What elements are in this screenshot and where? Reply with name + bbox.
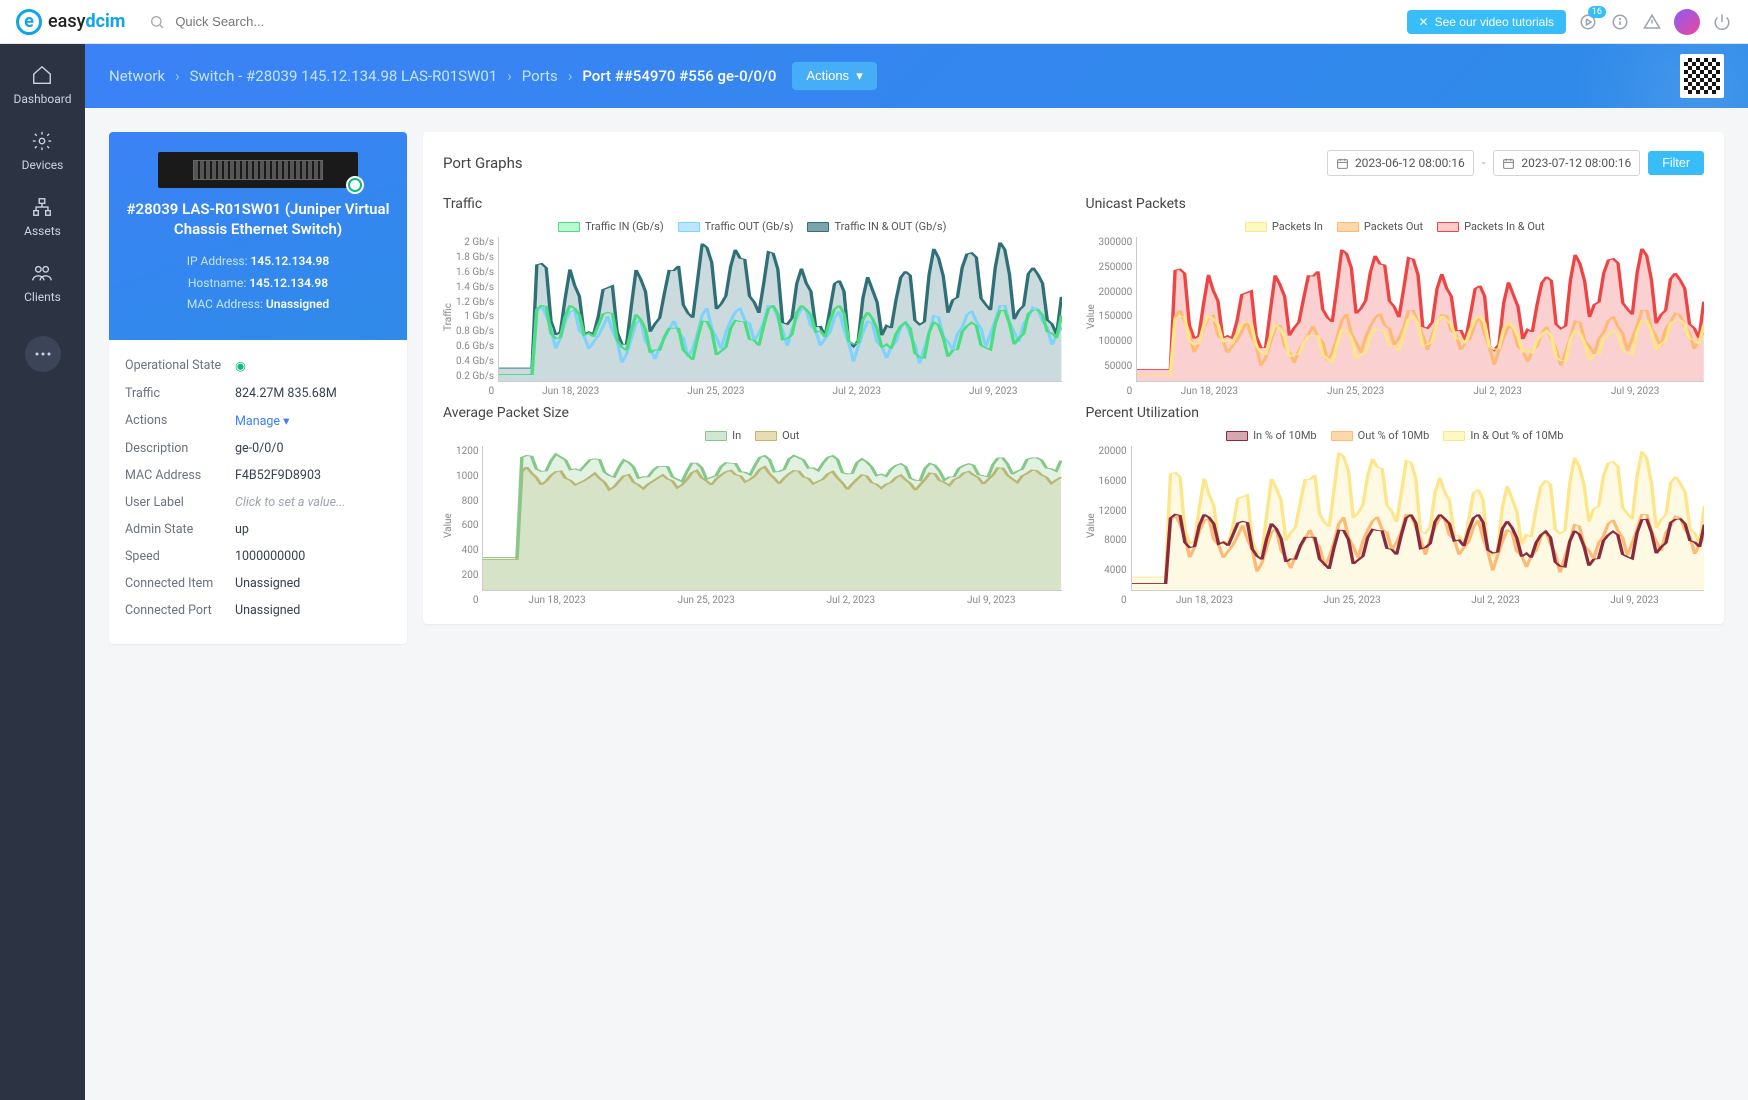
filter-button[interactable]: Filter xyxy=(1648,151,1704,175)
breadcrumb-network[interactable]: Network xyxy=(109,67,165,85)
label: Actions xyxy=(125,413,235,429)
alerts-icon[interactable] xyxy=(1642,12,1662,32)
gear-icon xyxy=(31,130,53,152)
chart-legend: Packets In Packets Out Packets In & Out xyxy=(1086,220,1705,233)
search-icon xyxy=(149,14,165,30)
chart-utilization: Percent Utilization In % of 10Mb Out % o… xyxy=(1086,405,1705,606)
breadcrumb: Network › Switch - #28039 145.12.134.98 … xyxy=(109,67,776,85)
chevron-right-icon: › xyxy=(568,67,573,85)
chart-legend: In Out xyxy=(443,429,1062,442)
chart-title: Unicast Packets xyxy=(1086,196,1705,212)
logo[interactable]: e easydcim xyxy=(16,9,125,35)
breadcrumb-current: Port ##54970 #556 ge-0/0/0 xyxy=(582,67,776,85)
power-icon[interactable] xyxy=(1712,12,1732,32)
chart-traffic: Traffic Traffic IN (Gb/s) Traffic OUT (G… xyxy=(443,196,1062,397)
date-to-input[interactable]: 2023-07-12 08:00:16 xyxy=(1493,150,1640,176)
chart-title: Percent Utilization xyxy=(1086,405,1705,421)
label: MAC Address xyxy=(125,468,235,483)
chart-packet-size: Average Packet Size In Out Value 1200100… xyxy=(443,405,1062,606)
breadcrumb-ports[interactable]: Ports xyxy=(522,67,558,85)
sidebar-item-assets[interactable]: Assets xyxy=(24,196,61,238)
label: Connected Item xyxy=(125,576,235,591)
breadcrumb-bar: Network › Switch - #28039 145.12.134.98 … xyxy=(85,44,1748,108)
user-label-input[interactable]: Click to set a value... xyxy=(235,495,391,510)
value: Unassigned xyxy=(235,576,391,591)
chart-legend: Traffic IN (Gb/s) Traffic OUT (Gb/s) Tra… xyxy=(443,220,1062,233)
calendar-icon xyxy=(1336,157,1349,170)
sidebar-item-label: Clients xyxy=(24,290,61,304)
chart-unicast: Unicast Packets Packets In Packets Out P… xyxy=(1086,196,1705,397)
chart-legend: In % of 10Mb Out % of 10Mb In & Out % of… xyxy=(1086,429,1705,442)
label: Admin State xyxy=(125,522,235,537)
manage-link[interactable]: Manage ▾ xyxy=(235,413,391,429)
value: F4B52F9D8903 xyxy=(235,468,391,483)
status-badge-icon xyxy=(346,176,364,194)
qr-code[interactable] xyxy=(1680,54,1724,98)
switch-graphic xyxy=(158,152,358,188)
graphs-panel: Port Graphs 2023-06-12 08:00:16 - 2023-0… xyxy=(423,132,1724,624)
home-icon xyxy=(31,64,53,86)
value: 1000000000 xyxy=(235,549,391,564)
close-icon: ✕ xyxy=(1419,15,1429,29)
calendar-icon xyxy=(1502,157,1515,170)
label: Connected Port xyxy=(125,603,235,618)
date-separator: - xyxy=(1482,156,1486,171)
sidebar-item-dashboard[interactable]: Dashboard xyxy=(13,64,71,106)
breadcrumb-switch[interactable]: Switch - #28039 145.12.134.98 LAS-R01SW0… xyxy=(190,67,498,85)
operational-state-icon: ◉ xyxy=(235,358,391,374)
device-card: #28039 LAS-R01SW01 (Juniper Virtual Chas… xyxy=(109,132,407,644)
sidebar-item-label: Devices xyxy=(22,158,64,172)
chart-title: Traffic xyxy=(443,196,1062,212)
info-icon[interactable] xyxy=(1610,12,1630,32)
chevron-right-icon: › xyxy=(175,67,180,85)
logo-text: easydcim xyxy=(48,11,125,32)
value: up xyxy=(235,522,391,537)
hierarchy-icon xyxy=(31,196,53,218)
sidebar-item-label: Dashboard xyxy=(13,92,71,106)
label: Traffic xyxy=(125,386,235,401)
sidebar-item-clients[interactable]: Clients xyxy=(24,262,61,304)
search-bar[interactable] xyxy=(149,14,1406,30)
label: Speed xyxy=(125,549,235,564)
value: ge-0/0/0 xyxy=(235,441,391,456)
sidebar: Dashboard Devices Assets Clients xyxy=(0,44,85,1100)
sidebar-item-devices[interactable]: Devices xyxy=(22,130,64,172)
value: 824.27M 835.68M xyxy=(235,386,391,401)
search-input[interactable] xyxy=(175,14,375,29)
changelog-icon[interactable]: 16 xyxy=(1578,12,1598,32)
label: Description xyxy=(125,441,235,456)
topbar: e easydcim ✕ See our video tutorials 16 xyxy=(0,0,1748,44)
panel-title: Port Graphs xyxy=(443,154,523,172)
date-from-input[interactable]: 2023-06-12 08:00:16 xyxy=(1327,150,1474,176)
dots-icon xyxy=(35,352,51,356)
chevron-right-icon: › xyxy=(507,67,512,85)
logo-icon: e xyxy=(16,9,42,35)
avatar[interactable] xyxy=(1674,9,1700,35)
device-title: #28039 LAS-R01SW01 (Juniper Virtual Chas… xyxy=(125,200,391,239)
label: User Label xyxy=(125,495,235,510)
sidebar-item-label: Assets xyxy=(24,224,61,238)
video-tutorials-button[interactable]: ✕ See our video tutorials xyxy=(1407,10,1566,34)
label: Operational State xyxy=(125,358,235,374)
actions-dropdown-button[interactable]: Actions ▾ xyxy=(792,62,876,90)
users-icon xyxy=(31,262,53,284)
value: Unassigned xyxy=(235,603,391,618)
notification-badge: 16 xyxy=(1588,6,1606,18)
sidebar-more-button[interactable] xyxy=(25,336,61,372)
chart-title: Average Packet Size xyxy=(443,405,1062,421)
